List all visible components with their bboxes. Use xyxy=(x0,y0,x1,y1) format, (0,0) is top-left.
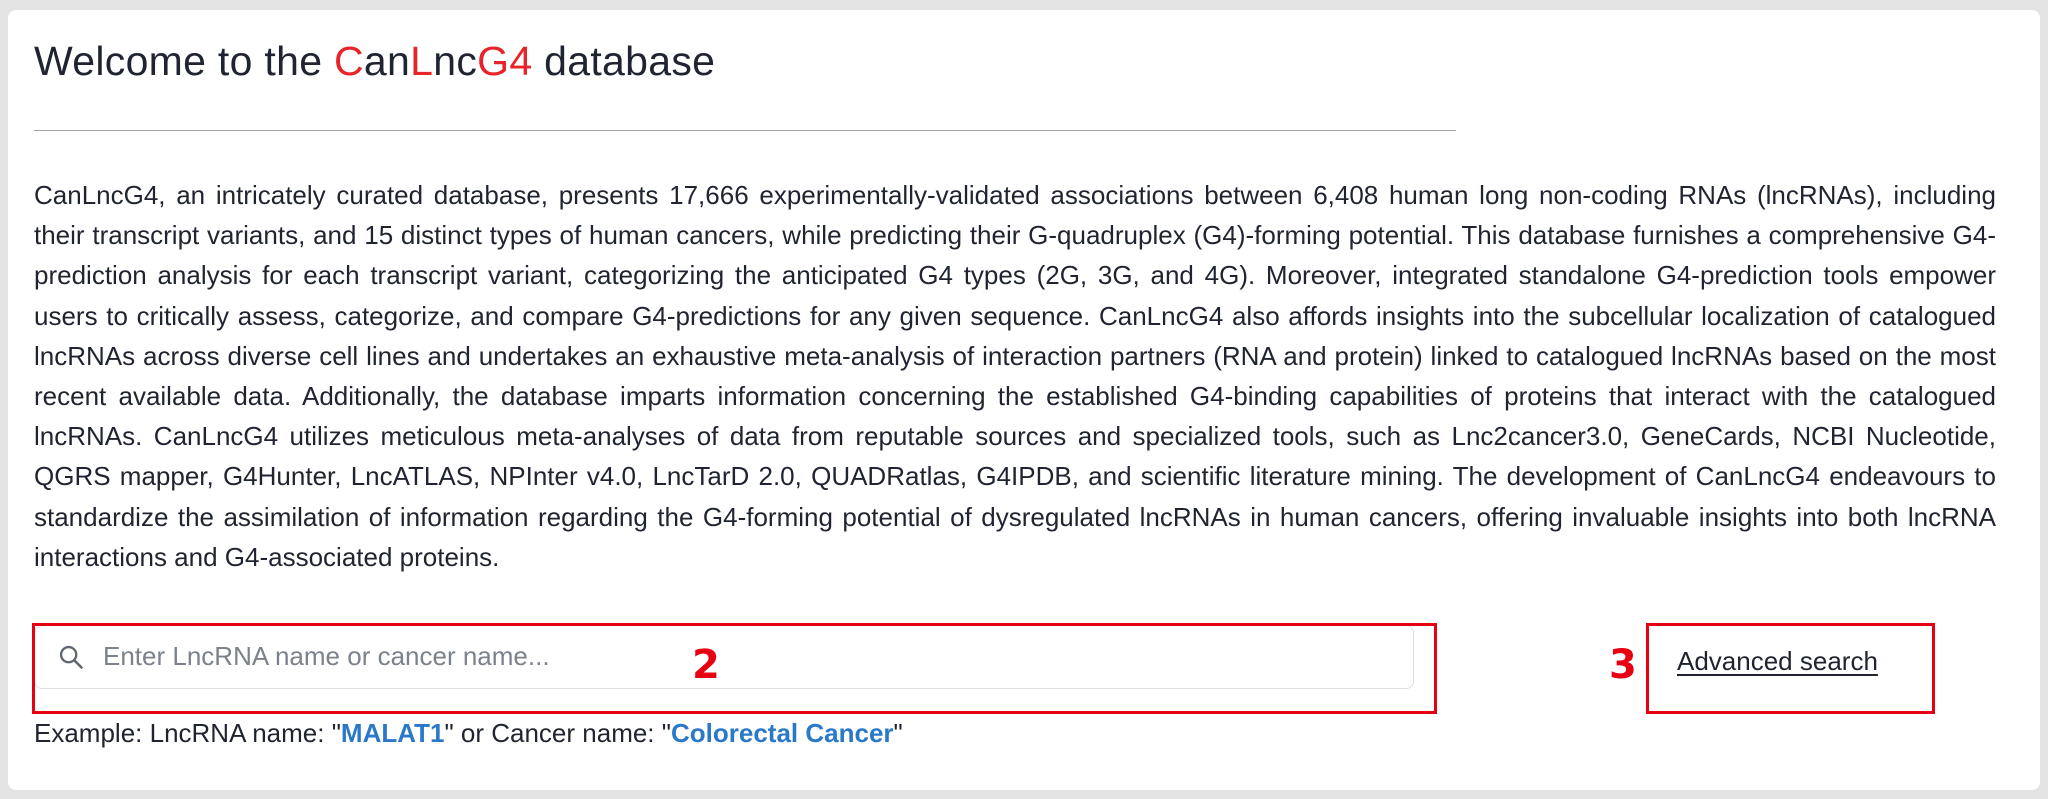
annotation-box-search xyxy=(32,623,1437,714)
example-cancer-link[interactable]: Colorectal Cancer xyxy=(671,718,894,748)
example-lncrna-link[interactable]: MALAT1 xyxy=(341,718,445,748)
page-title: Welcome to the CanLncG4 database xyxy=(34,38,715,85)
advanced-search-link[interactable]: Advanced search xyxy=(1677,646,1878,677)
brand-letter-c: C xyxy=(334,38,364,84)
example-middle: " or Cancer name: " xyxy=(444,718,671,748)
annotation-number-search: 2 xyxy=(692,642,720,688)
example-suffix: " xyxy=(893,718,903,748)
database-description: CanLncG4, an intricately curated databas… xyxy=(34,180,1996,572)
search-example: Example: LncRNA name: "MALAT1" or Cancer… xyxy=(34,718,903,749)
brand-letters-nc: nc xyxy=(433,38,478,84)
example-prefix: Example: LncRNA name: " xyxy=(34,718,341,748)
title-suffix: database xyxy=(532,38,716,84)
annotation-number-advanced: 3 xyxy=(1609,642,1637,688)
title-prefix: Welcome to the xyxy=(34,38,334,84)
brand-letters-an: an xyxy=(363,38,411,84)
brand-letters-g4: G4 xyxy=(477,38,533,84)
title-divider xyxy=(34,130,1456,131)
brand-letter-l: L xyxy=(410,38,434,84)
